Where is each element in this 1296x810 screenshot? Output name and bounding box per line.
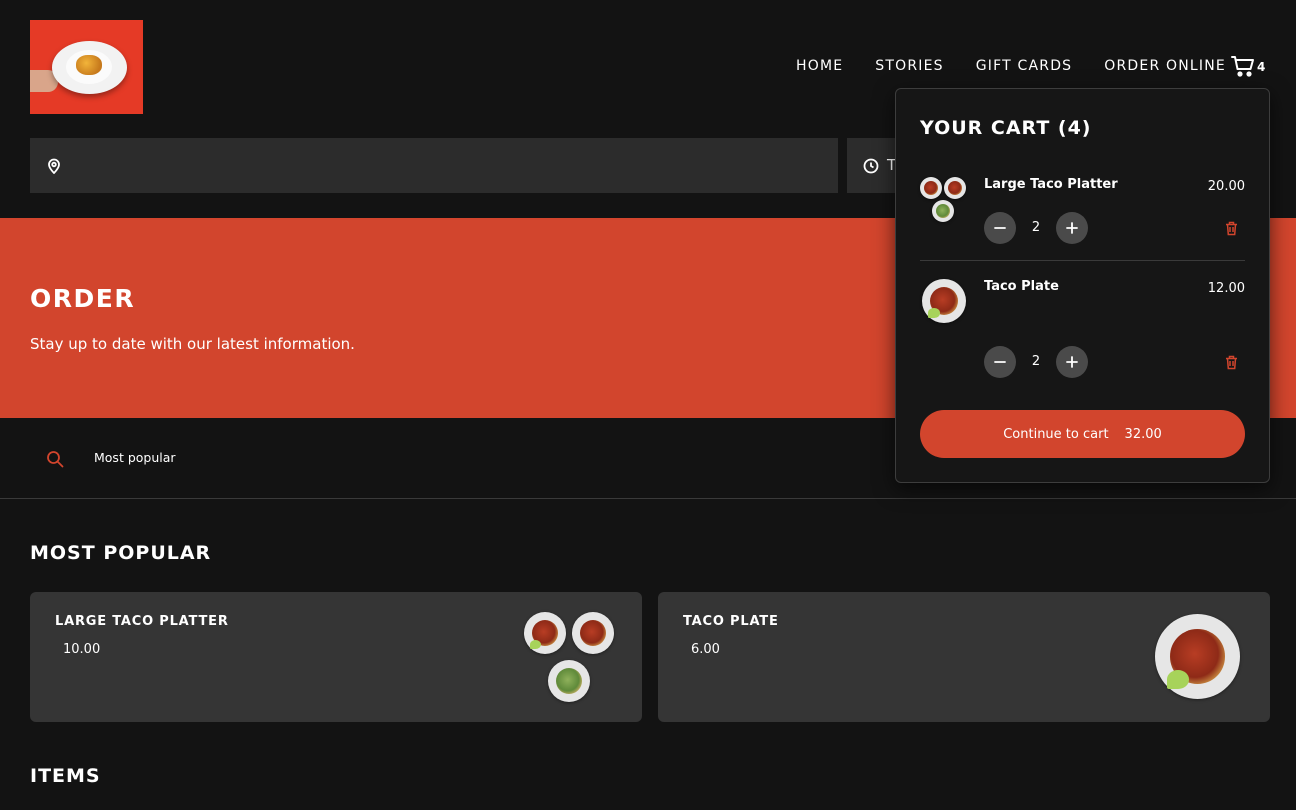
- increase-quantity-button[interactable]: [1056, 212, 1088, 244]
- page-title: ORDER: [30, 284, 136, 313]
- category-most-popular[interactable]: Most popular: [94, 450, 176, 465]
- food-image: [524, 612, 566, 654]
- cart-item-price: 12.00: [1207, 281, 1245, 296]
- food-image: [572, 612, 614, 654]
- search-icon[interactable]: [46, 450, 64, 468]
- decrease-quantity-button[interactable]: [984, 212, 1016, 244]
- cart-dropdown: YOUR CART (4) Large Taco Platter 20.00 2…: [895, 88, 1270, 483]
- checkout-total: 32.00: [1124, 426, 1162, 442]
- decrease-quantity-button[interactable]: [984, 346, 1016, 378]
- trash-icon[interactable]: [1225, 221, 1238, 236]
- menu-card-price: 6.00: [691, 642, 720, 657]
- cart-count: 4: [1257, 59, 1266, 74]
- main-nav: HOME STORIES GIFT CARDS ORDER ONLINE: [796, 58, 1226, 74]
- cart-item-image: [932, 200, 954, 222]
- cart-item-image: [920, 177, 942, 199]
- cart-item-name: Large Taco Platter: [984, 177, 1118, 192]
- cart-button[interactable]: 4: [1231, 55, 1265, 77]
- menu-card-name: LARGE TACO PLATTER: [55, 614, 229, 629]
- nav-home[interactable]: HOME: [796, 58, 843, 74]
- logo-food: [76, 55, 102, 75]
- nav-order-online[interactable]: ORDER ONLINE: [1104, 58, 1226, 74]
- cart-item-image: [944, 177, 966, 199]
- cart-item-quantity: 2: [1031, 220, 1041, 235]
- plus-icon: [1066, 222, 1078, 234]
- menu-card-name: TACO PLATE: [683, 614, 779, 629]
- menu-card-price: 10.00: [63, 642, 101, 657]
- nav-gift-cards[interactable]: GIFT CARDS: [976, 58, 1073, 74]
- cart-item-price: 20.00: [1207, 179, 1245, 194]
- cart-item-name: Taco Plate: [984, 279, 1059, 294]
- clock-icon: [863, 158, 879, 174]
- checkout-label: Continue to cart: [1003, 426, 1109, 442]
- continue-to-cart-button[interactable]: Continue to cart 32.00: [920, 410, 1245, 458]
- cart-title: YOUR CART (4): [920, 117, 1092, 139]
- cart-item-quantity: 2: [1031, 354, 1041, 369]
- section-title-most-popular: MOST POPULAR: [30, 542, 212, 564]
- cart-icon: [1231, 56, 1254, 77]
- cart-item-divider: [920, 260, 1245, 261]
- increase-quantity-button[interactable]: [1056, 346, 1088, 378]
- menu-card-taco-plate[interactable]: TACO PLATE 6.00: [658, 592, 1270, 722]
- cart-item-image: [922, 279, 966, 323]
- section-title-items: ITEMS: [30, 765, 101, 787]
- page-subtitle: Stay up to date with our latest informat…: [30, 335, 355, 353]
- location-selector[interactable]: [30, 138, 838, 193]
- trash-icon[interactable]: [1225, 355, 1238, 370]
- location-icon: [48, 158, 60, 174]
- nav-stories[interactable]: STORIES: [875, 58, 943, 74]
- food-image: [1155, 614, 1240, 699]
- food-image: [548, 660, 590, 702]
- minus-icon: [994, 361, 1006, 363]
- menu-card-large-taco-platter[interactable]: LARGE TACO PLATTER 10.00: [30, 592, 642, 722]
- logo[interactable]: [30, 20, 143, 114]
- plus-icon: [1066, 356, 1078, 368]
- minus-icon: [994, 227, 1006, 229]
